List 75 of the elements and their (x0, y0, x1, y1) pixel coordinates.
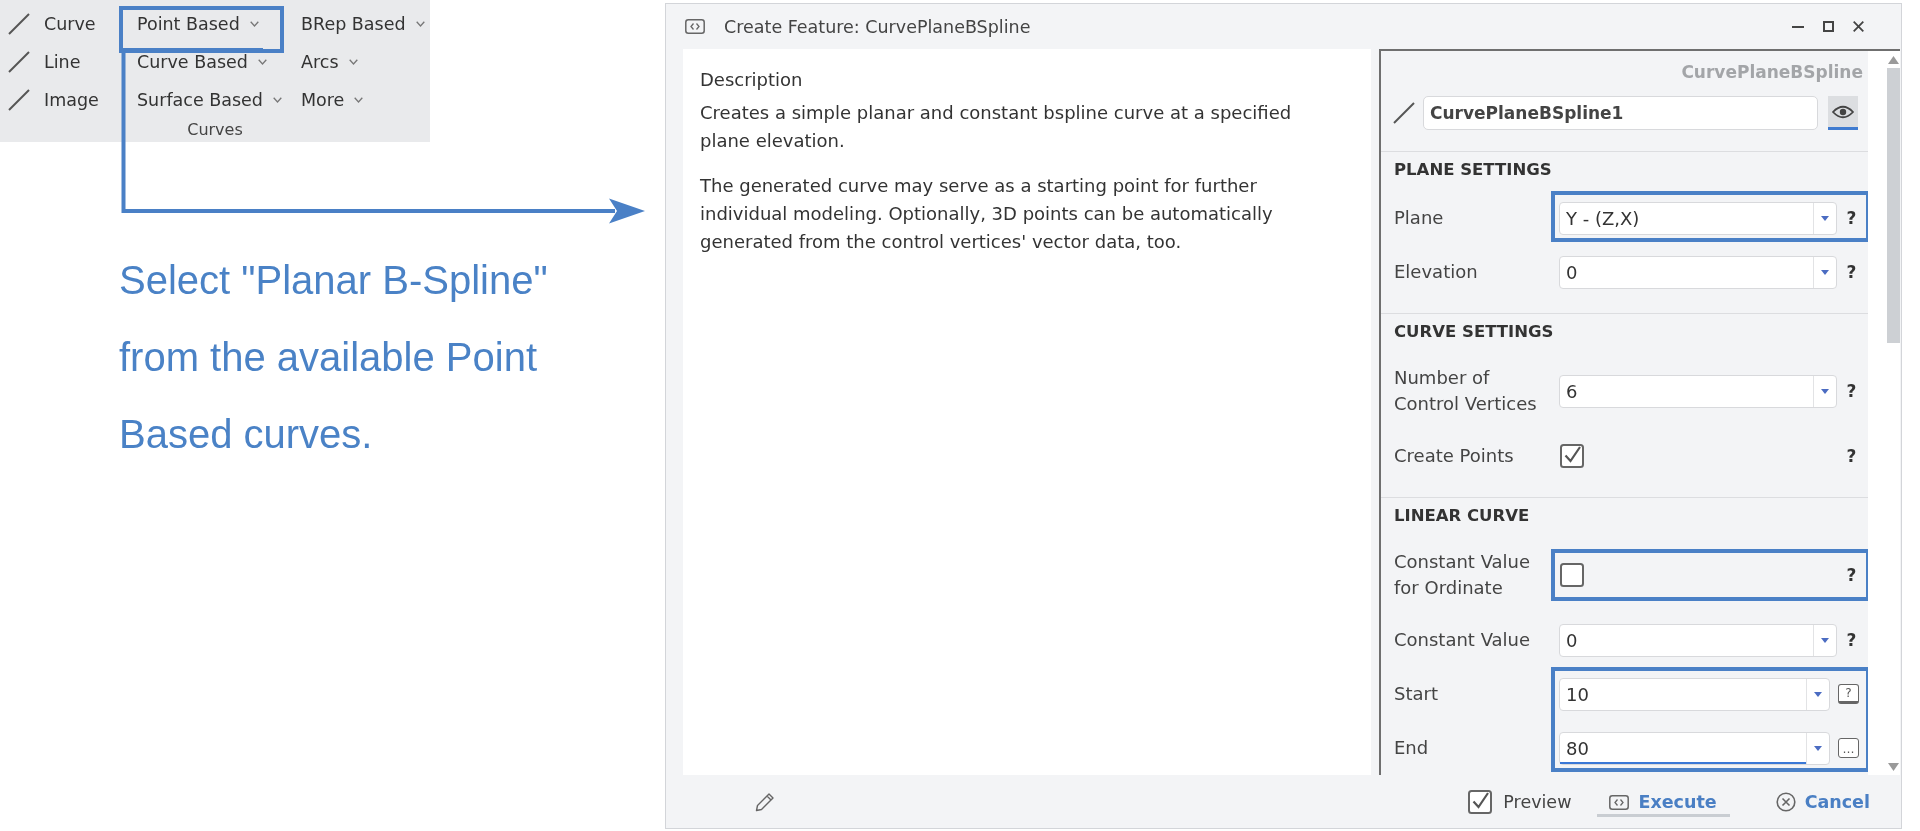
field-label: Plane (1394, 206, 1445, 230)
checkbox[interactable] (1560, 563, 1584, 587)
caret-down-icon (257, 59, 267, 65)
cancel-icon (1775, 792, 1796, 812)
feature-type-label: CurvePlaneBSpline (1681, 62, 1863, 82)
field-label: Create Points (1394, 444, 1515, 468)
scroll-down-icon[interactable] (1887, 763, 1899, 771)
preview-label[interactable]: Preview (1503, 791, 1572, 812)
help-button[interactable]: ? (1838, 684, 1859, 704)
field-label: Constant Value for Ordinate (1394, 550, 1532, 600)
name-field[interactable]: CurvePlaneBSpline1 (1423, 96, 1818, 130)
caret-down-icon (348, 59, 358, 65)
dropdown-field[interactable]: 80 (1559, 731, 1830, 765)
ribbon-group-label: Curves (187, 119, 243, 140)
line-icon (8, 89, 30, 111)
section-heading: PLANE SETTINGS (1394, 160, 1552, 180)
dropdown-field[interactable]: 6 (1559, 374, 1837, 408)
caret-down-icon (249, 21, 259, 27)
help-button[interactable]: ? (1846, 381, 1857, 401)
visibility-toggle[interactable] (1828, 96, 1858, 130)
minimize-icon[interactable] (1792, 25, 1804, 28)
line-icon (8, 51, 30, 73)
help-button[interactable]: ? (1846, 446, 1857, 466)
section-heading: LINEAR CURVE (1394, 506, 1530, 526)
ribbon-button[interactable]: Image (0, 81, 99, 119)
dropdown-field[interactable]: 0 (1559, 255, 1837, 289)
caret-down-icon[interactable] (1821, 215, 1829, 221)
more-button[interactable]: … (1838, 738, 1859, 758)
ribbon-button[interactable]: Arcs (290, 43, 358, 81)
code-window-icon (685, 19, 705, 34)
caret-down-icon[interactable] (1814, 745, 1822, 751)
help-button[interactable]: ? (1846, 262, 1857, 282)
help-button[interactable]: ? (1846, 208, 1857, 228)
caret-down-icon (272, 97, 282, 103)
description-text: Creates a simple planar and constant bspline curve at a specified plane elevation. (700, 101, 1293, 153)
caret-down-icon (415, 21, 425, 27)
code-window-icon (1609, 794, 1630, 810)
pencil-icon[interactable] (755, 791, 775, 812)
line-icon (8, 13, 30, 35)
dropdown-field[interactable]: 10 (1559, 677, 1830, 711)
dropdown-field[interactable]: 0 (1559, 623, 1837, 657)
preview-checkbox[interactable] (1468, 789, 1493, 814)
help-button[interactable]: ? (1846, 565, 1857, 585)
instruction-text: Select "Planar B-Spline" from the available Point Based curves. (119, 257, 549, 458)
dialog-title: Create Feature: CurvePlaneBSpline (724, 16, 1031, 37)
help-button[interactable]: ? (1846, 630, 1857, 650)
section-heading: CURVE SETTINGS (1394, 322, 1554, 342)
description-heading: Description (700, 68, 803, 92)
caret-down-icon[interactable] (1821, 388, 1829, 394)
cancel-button[interactable]: Cancel (1763, 790, 1883, 817)
ribbon-button[interactable]: BRep Based (290, 5, 425, 43)
caret-down-icon[interactable] (1814, 691, 1822, 697)
field-label: Start (1394, 682, 1439, 706)
field-label: Number of Control Vertices (1394, 366, 1538, 416)
field-label: End (1394, 736, 1430, 760)
caret-down-icon[interactable] (1821, 637, 1829, 643)
scrollbar-thumb[interactable] (1886, 68, 1900, 343)
maximize-icon[interactable] (1823, 21, 1834, 32)
ribbon-button[interactable]: Surface Based (123, 81, 282, 119)
caret-down-icon[interactable] (1821, 269, 1829, 275)
scroll-up-icon[interactable] (1887, 56, 1899, 64)
execute-button[interactable]: Execute (1597, 790, 1730, 817)
ribbon-button[interactable]: Point Based (123, 5, 263, 51)
line-icon (1393, 102, 1415, 124)
description-text: The generated curve may serve as a starting point for further individual modeling. Optionally, 3D points can be automatically generated from the control vertices' vector data, too. (700, 174, 1274, 254)
dropdown-field[interactable]: Y - (Z,X) (1559, 201, 1837, 235)
caret-down-icon (354, 97, 364, 103)
eye-icon (1832, 104, 1854, 119)
field-label: Elevation (1394, 260, 1479, 284)
field-label: Constant Value (1394, 628, 1532, 652)
ribbon-button[interactable]: More (290, 81, 364, 119)
checkbox[interactable] (1560, 444, 1584, 468)
ribbon-button[interactable]: Line (0, 43, 81, 81)
close-icon[interactable] (1853, 21, 1864, 32)
ribbon-button[interactable]: Curve (0, 5, 96, 43)
